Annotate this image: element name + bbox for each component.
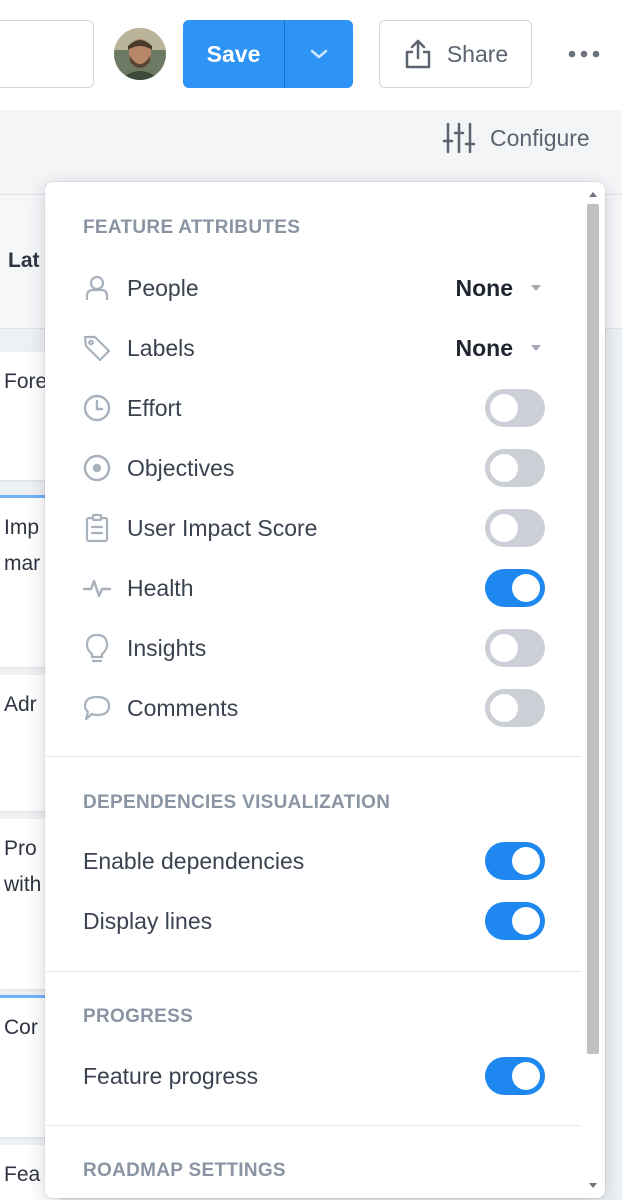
tag-icon: [81, 332, 113, 364]
insights-toggle[interactable]: [485, 629, 545, 667]
setting-row-feature-progress: Feature progress: [81, 1054, 545, 1098]
display-lines-label: Display lines: [83, 907, 213, 934]
toggle-knob: [512, 847, 540, 875]
people-select-value: None: [455, 274, 514, 301]
attribute-row-comments: Comments: [81, 686, 545, 730]
comments-label: Comments: [127, 694, 239, 721]
scroll-down-arrow-icon[interactable]: [589, 1183, 597, 1188]
clipboard-icon: [81, 512, 113, 544]
effort-label: Effort: [127, 394, 182, 421]
search-input[interactable]: [0, 20, 94, 88]
objectives-label: Objectives: [127, 454, 235, 481]
caret-down-icon: [531, 345, 541, 351]
toggle-knob: [490, 514, 518, 542]
setting-row-display-lines: Display lines: [81, 899, 545, 943]
display-lines-toggle[interactable]: [485, 902, 545, 940]
labels-select-value: None: [455, 334, 514, 361]
panel-scrollbar[interactable]: [585, 186, 601, 1194]
attribute-row-effort: Effort: [81, 386, 545, 430]
user-impact-score-toggle[interactable]: [485, 509, 545, 547]
section-title-feature-attributes: FEATURE ATTRIBUTES: [83, 217, 301, 238]
chevron-down-icon: [310, 49, 328, 59]
speech-bubble-icon: [81, 692, 113, 724]
attribute-row-health: Health: [81, 566, 545, 610]
configure-panel: FEATURE ATTRIBUTES People None Labels No…: [45, 182, 605, 1198]
people-label: People: [127, 274, 199, 301]
share-icon: [405, 39, 431, 69]
attribute-row-user-impact-score: User Impact Score: [81, 506, 545, 550]
toggle-knob: [490, 694, 518, 722]
more-horizontal-icon: [568, 50, 600, 58]
user-impact-score-label: User Impact Score: [127, 514, 318, 541]
pulse-icon: [81, 572, 113, 604]
more-options-button[interactable]: [564, 36, 604, 72]
labels-select[interactable]: None: [455, 334, 541, 362]
top-toolbar: Save Share Configure: [0, 0, 622, 154]
section-divider: [45, 756, 581, 757]
enable-dependencies-label: Enable dependencies: [83, 847, 305, 874]
attribute-row-people: People None: [81, 266, 545, 310]
setting-row-enable-dependencies: Enable dependencies: [81, 839, 545, 883]
toggle-knob: [512, 1062, 540, 1090]
attribute-row-insights: Insights: [81, 626, 545, 670]
share-label: Share: [446, 40, 509, 67]
section-title-progress: PROGRESS: [83, 1006, 194, 1027]
objectives-toggle[interactable]: [485, 449, 545, 487]
health-label: Health: [127, 574, 194, 601]
enable-dependencies-toggle[interactable]: [485, 842, 545, 880]
sliders-icon: [442, 122, 476, 154]
feature-progress-label: Feature progress: [83, 1062, 259, 1089]
toggle-knob: [490, 394, 518, 422]
lightbulb-icon: [81, 632, 113, 664]
labels-label: Labels: [127, 334, 195, 361]
scroll-up-arrow-icon[interactable]: [589, 192, 597, 197]
configure-label: Configure: [490, 124, 590, 151]
configure-button[interactable]: Configure: [442, 120, 590, 156]
scrollbar-thumb[interactable]: [587, 204, 599, 1054]
column-title: Lat: [8, 249, 40, 272]
save-button[interactable]: Save: [183, 20, 285, 88]
caret-down-icon: [531, 285, 541, 291]
health-toggle[interactable]: [485, 569, 545, 607]
effort-toggle[interactable]: [485, 389, 545, 427]
toggle-knob: [512, 574, 540, 602]
person-icon: [81, 272, 113, 304]
save-options-button[interactable]: [285, 20, 353, 88]
section-title-roadmap-settings: ROADMAP SETTINGS: [83, 1160, 286, 1181]
target-icon: [81, 452, 113, 484]
comments-toggle[interactable]: [485, 689, 545, 727]
insights-label: Insights: [127, 634, 207, 661]
people-select[interactable]: None: [455, 274, 541, 302]
attribute-row-labels: Labels None: [81, 326, 545, 370]
save-button-group: Save: [183, 20, 353, 88]
section-divider: [45, 971, 581, 972]
attribute-row-objectives: Objectives: [81, 446, 545, 490]
feature-progress-toggle[interactable]: [485, 1057, 545, 1095]
clock-icon: [81, 392, 113, 424]
toggle-knob: [512, 907, 540, 935]
avatar[interactable]: [114, 28, 166, 80]
section-title-dependencies: DEPENDENCIES VISUALIZATION: [83, 792, 391, 813]
section-divider: [45, 1125, 581, 1126]
toggle-knob: [490, 454, 518, 482]
toggle-knob: [490, 634, 518, 662]
share-button[interactable]: Share: [379, 20, 532, 88]
